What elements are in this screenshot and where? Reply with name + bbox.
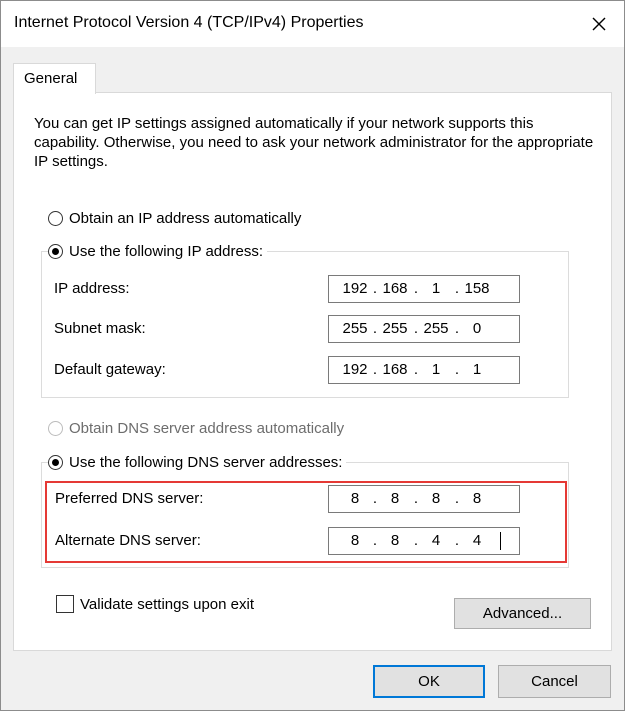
ip-manual-radio[interactable]	[48, 243, 63, 259]
window-title: Internet Protocol Version 4 (TCP/IPv4) P…	[14, 14, 364, 31]
ip-manual-option[interactable]: Use the following IP address:	[48, 240, 267, 262]
validate-checkbox[interactable]	[56, 595, 74, 613]
title-bar: Internet Protocol Version 4 (TCP/IPv4) P…	[1, 1, 624, 47]
dns-highlight-box	[45, 481, 567, 563]
default-gateway-input[interactable]: 192 . 168 . 1 . 1	[328, 356, 520, 384]
close-button[interactable]	[582, 7, 616, 41]
dns-auto-option: Obtain DNS server address automatically	[48, 417, 344, 439]
gateway-octet-3: 1	[431, 361, 441, 378]
ip-address-label: IP address:	[54, 280, 130, 297]
tab-general-label: General	[24, 70, 78, 87]
dns-manual-label: Use the following DNS server addresses:	[69, 453, 343, 471]
advanced-button[interactable]: Advanced...	[454, 598, 591, 629]
ok-button[interactable]: OK	[373, 665, 485, 698]
ip-octet-4: 158	[464, 280, 490, 297]
octet-separator: .	[413, 320, 419, 337]
close-icon	[592, 17, 606, 31]
ip-auto-option[interactable]: Obtain an IP address automatically	[48, 207, 301, 229]
ip-octet-3: 1	[431, 280, 441, 297]
subnet-octet-1: 255	[342, 320, 368, 337]
dns-auto-radio	[48, 420, 63, 436]
ip-octet-2: 168	[382, 280, 408, 297]
ok-button-label: OK	[418, 673, 440, 690]
octet-separator: .	[413, 361, 419, 378]
default-gateway-label: Default gateway:	[54, 361, 166, 378]
ip-auto-radio[interactable]	[48, 210, 63, 226]
advanced-button-label: Advanced...	[482, 605, 563, 622]
octet-separator: .	[372, 280, 378, 297]
dns-manual-radio[interactable]	[48, 454, 63, 470]
ip-address-input[interactable]: 192 . 168 . 1 . 158	[328, 275, 520, 303]
dns-auto-label: Obtain DNS server address automatically	[69, 419, 345, 437]
dialog-window: Internet Protocol Version 4 (TCP/IPv4) P…	[0, 0, 625, 711]
octet-separator: .	[372, 361, 378, 378]
subnet-octet-3: 255	[423, 320, 449, 337]
subnet-mask-input[interactable]: 255 . 255 . 255 . 0	[328, 315, 520, 343]
subnet-octet-4: 0	[472, 320, 482, 337]
description-text: You can get IP settings assigned automat…	[34, 115, 594, 170]
gateway-octet-2: 168	[382, 361, 408, 378]
subnet-octet-2: 255	[382, 320, 408, 337]
ip-auto-label: Obtain an IP address automatically	[69, 209, 302, 227]
dns-manual-option[interactable]: Use the following DNS server addresses:	[48, 451, 347, 473]
subnet-mask-label: Subnet mask:	[54, 320, 146, 337]
octet-separator: .	[454, 320, 460, 337]
ip-octet-1: 192	[342, 280, 368, 297]
ip-manual-label: Use the following IP address:	[69, 242, 263, 260]
octet-separator: .	[454, 280, 460, 297]
gateway-octet-1: 192	[342, 361, 368, 378]
validate-label: Validate settings upon exit	[80, 596, 255, 613]
cancel-button[interactable]: Cancel	[498, 665, 611, 698]
tab-general[interactable]: General	[13, 63, 96, 94]
gateway-octet-4: 1	[472, 361, 482, 378]
octet-separator: .	[372, 320, 378, 337]
octet-separator: .	[413, 280, 419, 297]
octet-separator: .	[454, 361, 460, 378]
cancel-button-label: Cancel	[531, 673, 578, 690]
